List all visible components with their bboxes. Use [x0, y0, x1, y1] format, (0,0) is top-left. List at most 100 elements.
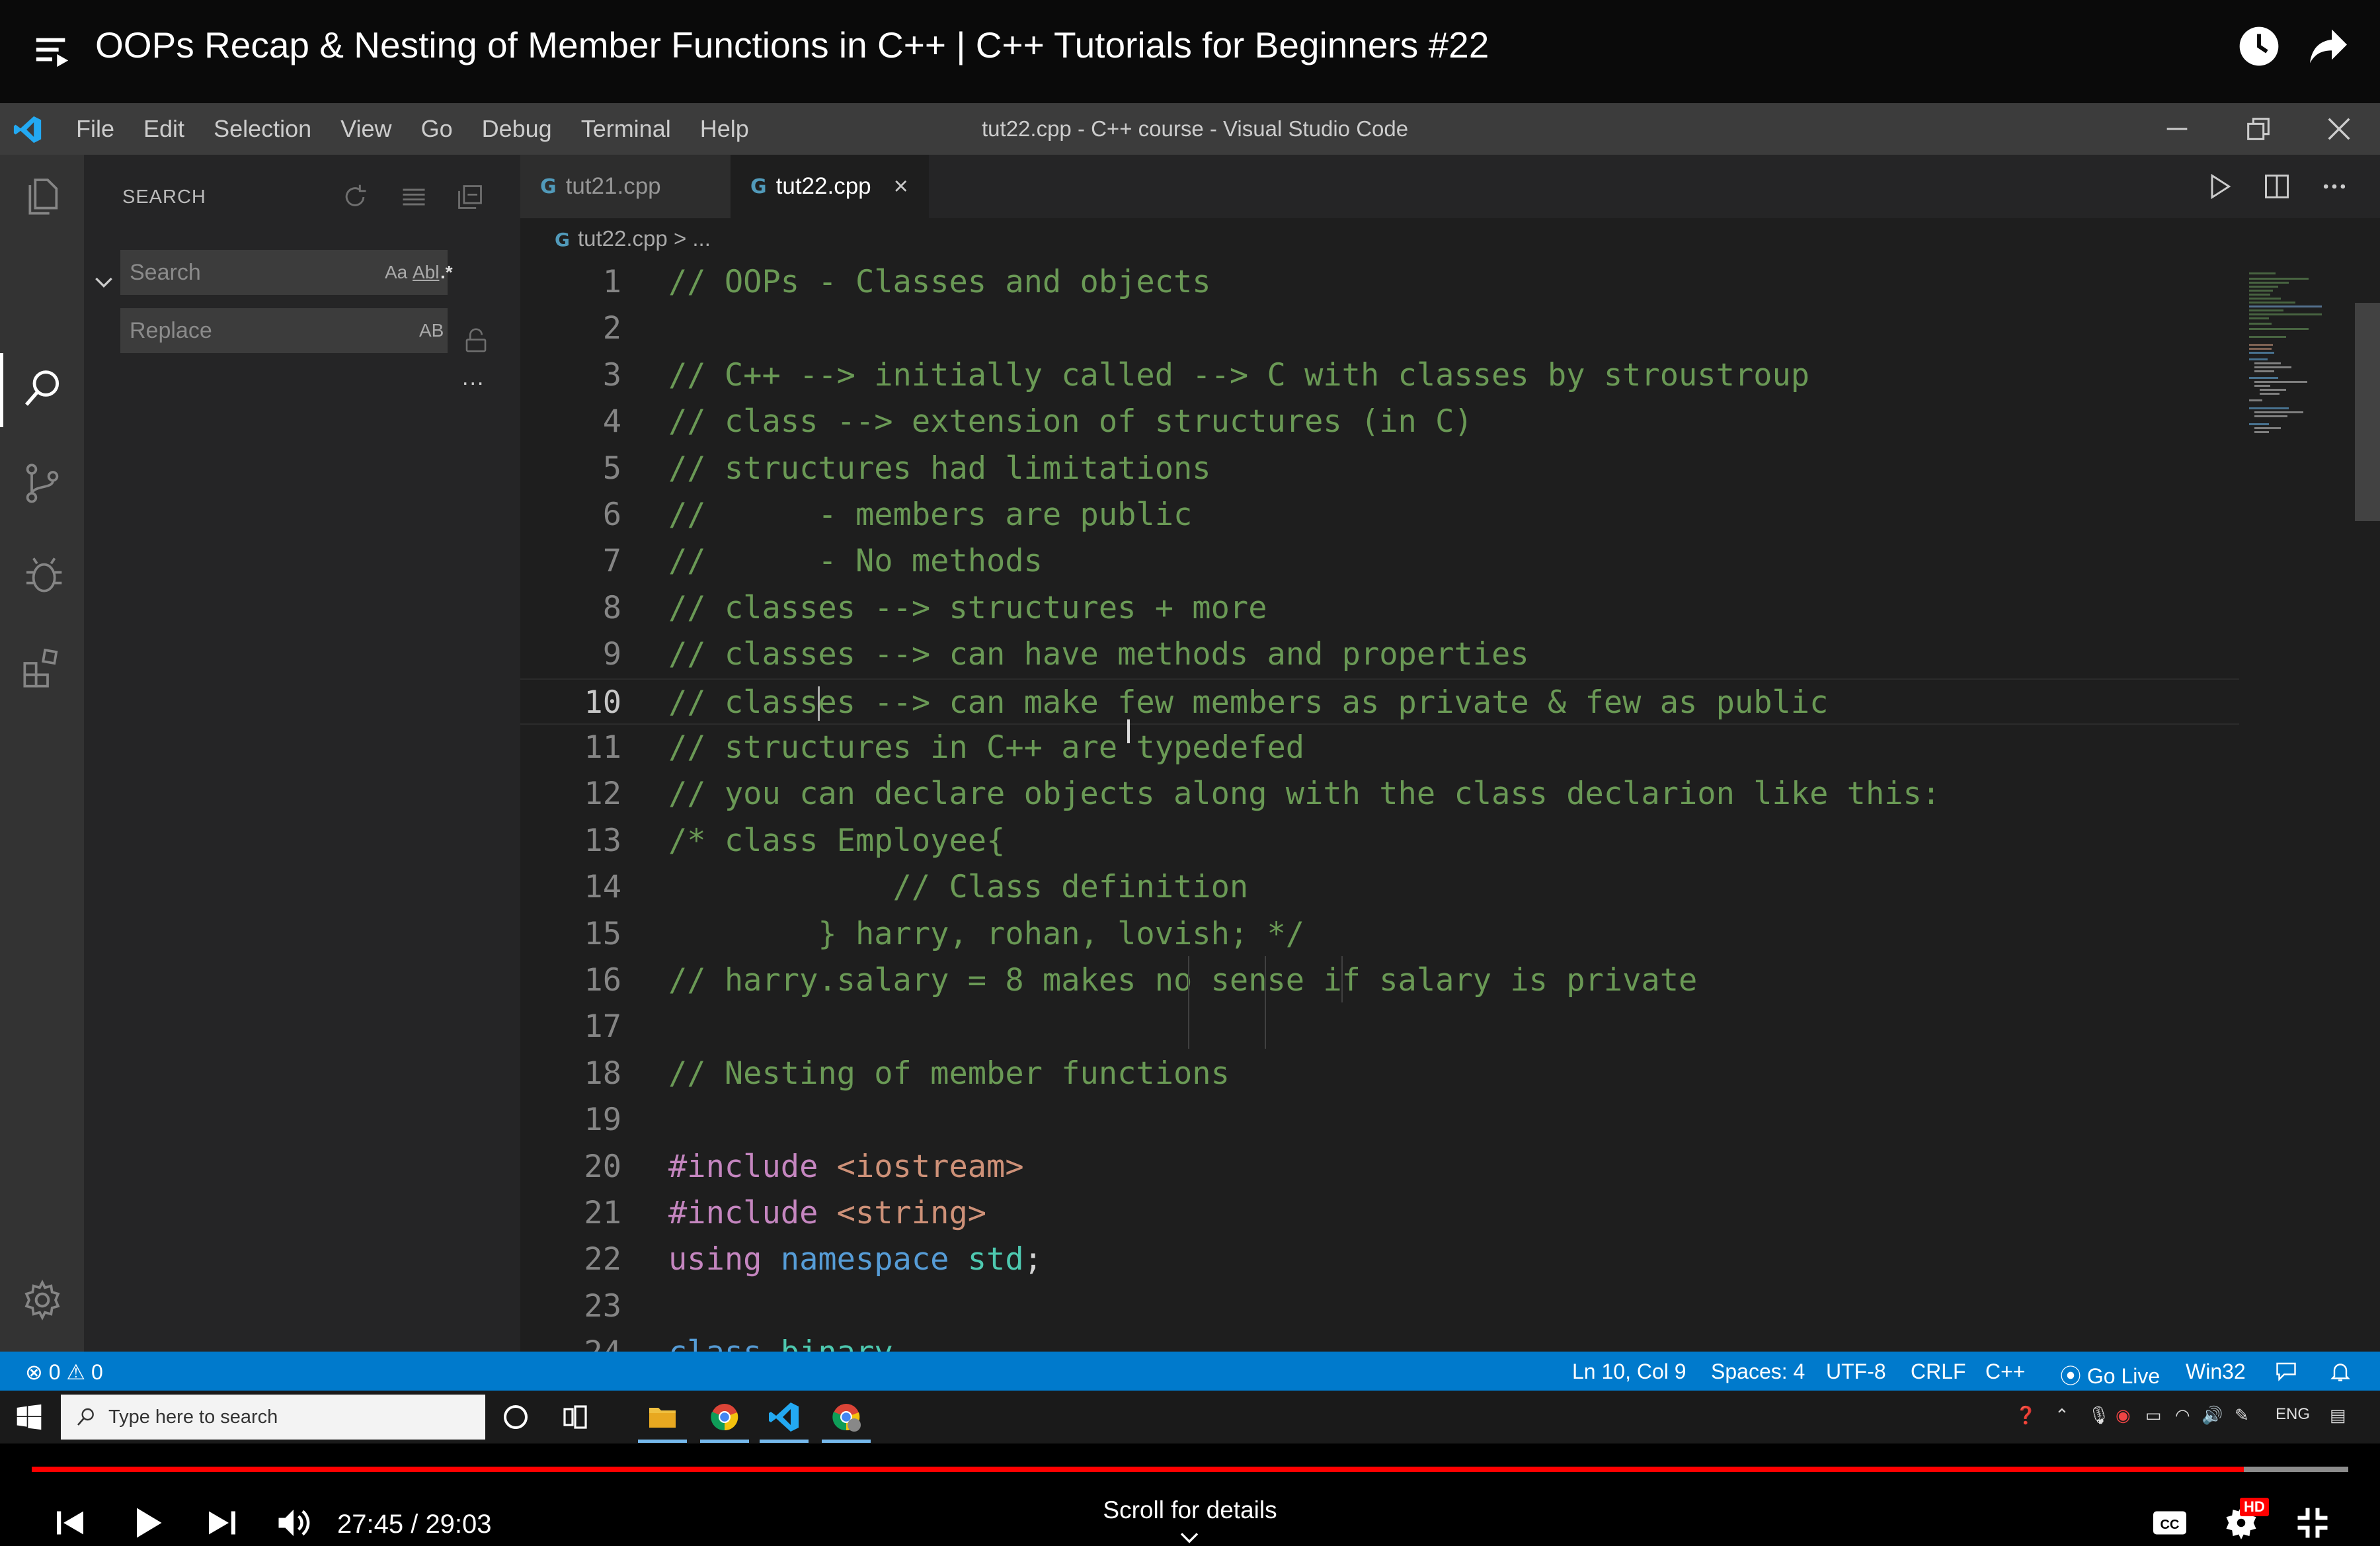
close-window-icon[interactable] [2324, 114, 2354, 144]
match-whole-word-toggle[interactable]: Abl [413, 258, 439, 287]
code-line[interactable]: 23 [520, 1283, 2239, 1330]
breadcrumb-file[interactable]: tut22.cpp [578, 226, 668, 251]
tray-help-icon[interactable]: ❓ [2015, 1405, 2036, 1426]
clear-results-icon[interactable] [399, 183, 428, 212]
menu-debug[interactable]: Debug [467, 115, 567, 143]
breadcrumb-symbols[interactable]: ... [692, 226, 711, 251]
code-line[interactable]: 8 // classes --> structures + more [520, 585, 2239, 631]
wifi-icon[interactable]: ◠ [2175, 1405, 2190, 1426]
menu-help[interactable]: Help [686, 115, 764, 143]
tray-chevron-up-icon[interactable]: ⌃ [2055, 1405, 2069, 1426]
extensions-icon[interactable] [21, 647, 63, 690]
code-line[interactable]: 6 // - members are public [520, 492, 2239, 538]
scroll-for-details[interactable]: Scroll for details [992, 1496, 1388, 1524]
go-live-button[interactable]: ⦿ Go Live [2060, 1360, 2160, 1390]
indentation[interactable]: Spaces: 4 [1711, 1360, 1805, 1384]
code-line[interactable]: 10 // classes --> can make few members as… [520, 678, 2239, 725]
exit-fullscreen-icon[interactable] [2293, 1503, 2332, 1543]
menu-go[interactable]: Go [407, 115, 467, 143]
record-icon[interactable]: ◉ [2116, 1405, 2131, 1426]
battery-icon[interactable]: ▭ [2145, 1405, 2162, 1426]
code-editor[interactable]: 1// OOPs - Classes and objects 2 3// C++ -… [520, 257, 2380, 1352]
match-case-toggle[interactable]: Aa [385, 258, 407, 287]
code-line[interactable]: 5 // structures had limitations [520, 446, 2239, 492]
explorer-icon[interactable] [21, 175, 63, 217]
collapse-all-icon[interactable] [456, 183, 485, 212]
refresh-icon[interactable] [340, 183, 370, 212]
preserve-case-toggle[interactable]: AB [419, 316, 444, 345]
code-line[interactable]: 22 using namespace std; [520, 1237, 2239, 1283]
menu-terminal[interactable]: Terminal [567, 115, 686, 143]
play-icon[interactable] [127, 1503, 167, 1543]
menu-file[interactable]: File [76, 115, 129, 143]
volume-icon[interactable]: 🔊 [2202, 1405, 2223, 1426]
volume-icon[interactable] [274, 1503, 313, 1543]
tab-tut21[interactable]: G tut21.cpp [520, 155, 731, 218]
problems-indicator[interactable]: ⊗ 0 ⚠ 0 [25, 1360, 103, 1385]
taskbar-search-input[interactable] [108, 1395, 479, 1440]
file-explorer-icon[interactable] [647, 1401, 678, 1433]
code-line[interactable]: 20 #include <iostream> [520, 1144, 2239, 1190]
code-line[interactable]: 21 #include <string> [520, 1190, 2239, 1237]
source-control-icon[interactable] [21, 462, 63, 505]
menu-view[interactable]: View [326, 115, 406, 143]
watch-later-icon[interactable] [2238, 25, 2280, 67]
feedback-icon[interactable] [2274, 1360, 2298, 1383]
code-line[interactable]: 7 // - No methods [520, 538, 2239, 585]
cursor-position[interactable]: Ln 10, Col 9 [1572, 1360, 1686, 1384]
input-language[interactable]: ENG [2276, 1405, 2310, 1424]
chevron-down-icon[interactable] [91, 268, 117, 295]
code-line[interactable]: 19 [520, 1097, 2239, 1143]
more-options-icon[interactable]: ... [462, 365, 485, 391]
restore-icon[interactable] [2243, 114, 2274, 144]
code-line[interactable]: 9 // classes --> can have methods and pro… [520, 631, 2239, 678]
search-icon[interactable] [21, 368, 63, 410]
minimize-icon[interactable] [2162, 114, 2192, 144]
previous-icon[interactable] [50, 1503, 90, 1543]
vscode-taskbar-icon[interactable] [768, 1401, 800, 1433]
pen-icon[interactable]: ✎ [2235, 1405, 2249, 1426]
minimap[interactable] [2249, 270, 2355, 495]
code-line[interactable]: 1 // OOPs - Classes and objects [520, 259, 2239, 305]
code-line[interactable]: 17 [520, 1004, 2239, 1050]
code-line[interactable]: 3 // C++ --> initially called --> C with … [520, 352, 2239, 399]
chrome-icon[interactable] [709, 1401, 740, 1433]
encoding[interactable]: UTF-8 [1826, 1360, 1886, 1384]
vertical-scrollbar[interactable] [2355, 303, 2380, 521]
code-line[interactable]: 4 // class --> extension of structures (i… [520, 399, 2239, 445]
chrome-profile-icon[interactable] [830, 1401, 862, 1433]
search-input[interactable] [120, 250, 358, 295]
run-icon[interactable] [2205, 172, 2234, 201]
captions-icon[interactable]: CC [2150, 1503, 2190, 1543]
settings-gear-icon[interactable] [21, 1279, 63, 1321]
regex-toggle[interactable]: .* [440, 258, 453, 287]
share-icon[interactable] [2307, 28, 2350, 65]
notifications-bell-icon[interactable] [2328, 1360, 2352, 1383]
code-line[interactable]: 16 // harry.salary = 8 makes no sense if … [520, 957, 2239, 1004]
menu-edit[interactable]: Edit [129, 115, 199, 143]
microphone-icon[interactable]: 🎙 [2088, 1405, 2110, 1426]
code-line[interactable]: 18 // Nesting of member functions [520, 1051, 2239, 1097]
line-ending[interactable]: CRLF [1911, 1360, 1966, 1384]
menu-selection[interactable]: Selection [199, 115, 326, 143]
language-mode[interactable]: C++ [1985, 1360, 2025, 1384]
split-editor-icon[interactable] [2262, 172, 2291, 201]
code-line[interactable]: 2 [520, 305, 2239, 352]
next-icon[interactable] [202, 1503, 242, 1543]
code-line[interactable]: 12 // you can declare objects along with … [520, 771, 2239, 817]
debug-icon[interactable] [21, 555, 63, 597]
replace-all-icon[interactable] [462, 328, 490, 356]
code-line[interactable]: 11 // structures in C++ are typedefed [520, 725, 2239, 771]
code-line[interactable]: 24 class binary [520, 1330, 2239, 1352]
more-actions-icon[interactable] [2320, 172, 2349, 201]
windows-start-icon[interactable] [16, 1404, 42, 1430]
video-title[interactable]: OOPs Recap & Nesting of Member Functions… [95, 24, 1489, 66]
code-line[interactable]: 14 // Class definition [520, 864, 2239, 911]
playlist-menu-icon[interactable] [33, 32, 71, 70]
tab-tut22[interactable]: G tut22.cpp × [731, 155, 929, 218]
close-tab-icon[interactable]: × [894, 173, 908, 201]
platform[interactable]: Win32 [2186, 1360, 2246, 1384]
task-view-icon[interactable] [559, 1401, 591, 1433]
action-center-icon[interactable]: ▤ [2330, 1405, 2346, 1426]
code-line[interactable]: 15 } harry, rohan, lovish; */ [520, 911, 2239, 957]
